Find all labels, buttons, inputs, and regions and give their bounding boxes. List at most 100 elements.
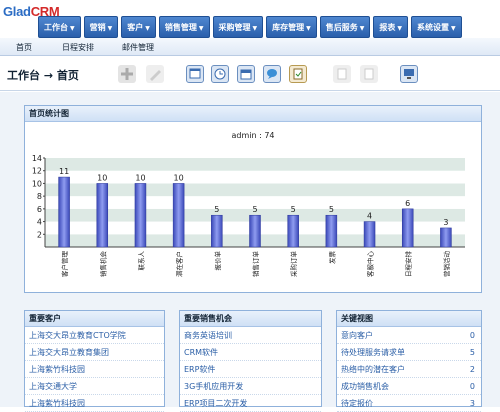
y-tick-label: 12 — [32, 167, 42, 176]
chart-bar — [172, 183, 185, 248]
nav-item-settings[interactable]: 系统设置 ▼ — [411, 16, 462, 38]
nav-item-sales[interactable]: 销售管理 ▼ — [158, 16, 210, 38]
nav-item-marketing[interactable]: 营销 ▼ — [83, 16, 119, 38]
breadcrumb-bar: 工作台 → 首页 — [0, 57, 500, 91]
x-tick-label: 销售机会 — [98, 251, 107, 278]
customer-link[interactable]: 上海紫竹科技园 — [25, 395, 164, 412]
customer-link[interactable]: 上海交通大学 — [25, 378, 164, 395]
bar-value-label: 4 — [367, 212, 372, 221]
chart-bar — [211, 214, 223, 248]
view-count: 2 — [469, 365, 475, 374]
opportunity-link[interactable]: ERP软件 — [180, 361, 321, 378]
nav-item-reports[interactable]: 报表 ▼ — [373, 16, 408, 38]
chart-bar — [287, 214, 299, 248]
opportunity-link[interactable]: CRM软件 — [180, 344, 321, 361]
nav-item-inventory[interactable]: 库存管理 ▼ — [266, 16, 317, 38]
chart-bar — [249, 214, 261, 248]
x-tick-label: 销售订单 — [251, 251, 260, 278]
clock-icon[interactable] — [211, 65, 229, 83]
chart-bar — [134, 183, 147, 248]
chart-bar — [401, 208, 414, 248]
view-item[interactable]: 待处理服务请求单 5 — [337, 344, 481, 361]
opportunities-panel: 重要销售机会 商务英语培训 CRM软件 ERP软件 3G手机应用开发 ERP项目… — [179, 310, 322, 412]
chart-bar — [440, 227, 452, 248]
customer-link[interactable]: 上海交大昂立教育CTO学院 — [25, 327, 164, 344]
y-tick-label: 10 — [32, 179, 42, 188]
chart-bar — [58, 176, 70, 248]
x-tick-label: 潜在客户 — [175, 251, 184, 277]
view-item[interactable]: 意向客户 0 — [337, 327, 481, 344]
bar-value-label: 6 — [405, 199, 410, 208]
monitor-icon[interactable] — [400, 65, 418, 83]
nav-item-customers[interactable]: 客户 ▼ — [121, 16, 156, 38]
bar-value-label: 10 — [174, 173, 184, 182]
bar-value-label: 11 — [59, 167, 69, 176]
subnav-item-schedule[interactable]: 日程安排 — [62, 42, 94, 53]
nav-item-service[interactable]: 售后服务 ▼ — [319, 16, 371, 38]
y-tick-label: 6 — [37, 205, 42, 214]
chart-bar — [96, 183, 109, 248]
view-label: 成功销售机会 — [341, 382, 389, 391]
dashboard-content: 首页统计图 admin : 74 2 4 6 8 10 12 14 11 客户管理 10 销售机会 1… — [0, 92, 500, 412]
caret-down-icon: ▼ — [397, 25, 402, 32]
y-tick-label: 4 — [37, 218, 42, 227]
bar-value-label: 5 — [252, 205, 257, 214]
top-bar: GladCRM 工作台 ▼ 营销 ▼ 客户 ▼ 销售管理 ▼ 采购管理 ▼ 库存管理 ▼ 售… — [0, 0, 500, 38]
x-tick-label: 日程安排 — [404, 251, 413, 278]
x-tick-label: 报价单 — [213, 251, 222, 271]
view-count: 0 — [469, 382, 475, 391]
chart-bar — [363, 221, 376, 248]
view-item[interactable]: 待定报价 3 — [337, 395, 481, 412]
breadcrumb-current: 首页 — [56, 69, 79, 82]
opportunity-link[interactable]: 商务英语培训 — [180, 327, 321, 344]
x-tick-label: 客服中心 — [366, 251, 375, 278]
opportunity-link[interactable]: ERP项目二次开发 — [180, 395, 321, 412]
view-count: 3 — [469, 399, 475, 408]
nav-item-purchasing[interactable]: 采购管理 ▼ — [212, 16, 264, 38]
chart-grid-band — [45, 170, 465, 184]
bar-value-label: 3 — [443, 218, 448, 227]
subnav-item-mail[interactable]: 邮件管理 — [122, 42, 154, 53]
chart-bar — [325, 214, 338, 248]
logo-text: Glad — [3, 4, 31, 19]
nav-item-workbench[interactable]: 工作台 ▼ — [38, 16, 81, 38]
caret-down-icon: ▼ — [145, 25, 150, 32]
window-icon[interactable] — [186, 65, 204, 83]
caret-down-icon: ▼ — [107, 25, 113, 32]
edit-icon[interactable] — [146, 65, 164, 83]
caret-down-icon: ▼ — [198, 25, 204, 32]
view-label: 待处理服务请求单 — [341, 348, 405, 357]
bar-value-label: 10 — [135, 173, 145, 182]
copy-icon[interactable] — [333, 65, 351, 83]
key-views-panel-title: 关键视图 — [337, 311, 481, 327]
view-count: 0 — [469, 331, 475, 340]
opportunities-panel-title: 重要销售机会 — [180, 311, 321, 327]
caret-down-icon: ▼ — [252, 25, 258, 32]
x-tick-label: 客户管理 — [60, 251, 69, 278]
bar-value-label: 5 — [214, 205, 219, 214]
x-tick-label: 发票 — [327, 251, 336, 265]
main-nav: 工作台 ▼ 营销 ▼ 客户 ▼ 销售管理 ▼ 采购管理 ▼ 库存管理 ▼ 售后服务 ▼ 报表 ▼… — [38, 16, 462, 38]
view-item[interactable]: 成功销售机会 0 — [337, 378, 481, 395]
customer-link[interactable]: 上海紫竹科技园 — [25, 361, 164, 378]
view-item[interactable]: 热络中的潜在客户 2 — [337, 361, 481, 378]
bar-value-label: 5 — [291, 205, 296, 214]
y-tick-label: 8 — [37, 192, 42, 201]
calendar-icon[interactable] — [237, 65, 255, 83]
subnav-item-home[interactable]: 首页 — [16, 42, 32, 53]
view-label: 意向客户 — [341, 331, 373, 340]
x-tick-label: 联系人 — [136, 251, 145, 271]
caret-down-icon: ▼ — [359, 25, 365, 32]
add-icon[interactable] — [118, 65, 136, 83]
breadcrumb-root[interactable]: 工作台 — [7, 69, 40, 82]
paste-icon[interactable] — [360, 65, 378, 83]
customer-link[interactable]: 上海交大昂立教育集团 — [25, 344, 164, 361]
opportunity-link[interactable]: 3G手机应用开发 — [180, 378, 321, 395]
chat-icon[interactable] — [263, 65, 281, 83]
breadcrumb-separator: → — [43, 69, 54, 82]
x-tick-label: 采购订单 — [289, 251, 298, 278]
bar-value-label: 5 — [329, 205, 334, 214]
chart-grid-band — [45, 158, 465, 171]
note-icon[interactable] — [289, 65, 307, 83]
key-views-panel: 关键视图 意向客户 0 待处理服务请求单 5 热络中的潜在客户 2 成功销售机会 0 待… — [336, 310, 482, 412]
